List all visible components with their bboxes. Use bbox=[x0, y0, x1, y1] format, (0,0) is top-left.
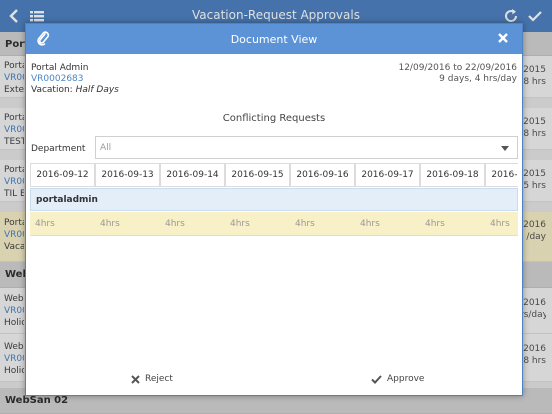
dialog-header: Document View bbox=[26, 24, 522, 54]
hours-cell: 4hrs bbox=[490, 219, 510, 229]
hours-cell: 4hrs bbox=[35, 219, 55, 229]
checkmark-icon bbox=[371, 374, 382, 384]
section-title: Conflicting Requests bbox=[222, 113, 326, 124]
chevron-down-icon bbox=[501, 146, 509, 151]
request-info: Portal Admin VR0002683 Vacation: Half Da… bbox=[31, 63, 119, 96]
conflict-grid[interactable]: 2016-09-12 2016-09-13 2016-09-14 2016-09… bbox=[30, 163, 518, 238]
hours-cell: 4hrs bbox=[360, 219, 380, 229]
department-label: Department bbox=[31, 144, 86, 154]
request-type-value: Half Days bbox=[75, 85, 119, 95]
department-value: All bbox=[100, 143, 112, 153]
request-id-link[interactable]: VR0002683 bbox=[31, 74, 119, 85]
approve-button[interactable]: Approve bbox=[371, 374, 424, 384]
hours-cell: 4hrs bbox=[230, 219, 250, 229]
request-type-label: Vacation: bbox=[31, 85, 76, 95]
x-icon bbox=[131, 374, 140, 384]
date-header: 2016-09-15 bbox=[225, 163, 290, 187]
user-row: portaladmin bbox=[30, 188, 518, 211]
close-icon[interactable] bbox=[496, 31, 510, 45]
hours-cell: 4hrs bbox=[165, 219, 185, 229]
department-select[interactable]: All bbox=[95, 136, 518, 159]
date-range: 12/09/2016 to 22/09/2016 bbox=[398, 63, 517, 73]
hours-row: 4hrs 4hrs 4hrs 4hrs 4hrs 4hrs 4hrs 4hrs bbox=[30, 212, 518, 236]
reject-label: Reject bbox=[145, 374, 173, 384]
date-header: 2016-09-18 bbox=[420, 163, 485, 187]
date-header: 2016-09-13 bbox=[95, 163, 160, 187]
reject-button[interactable]: Reject bbox=[131, 374, 173, 384]
date-header: 2016-09-16 bbox=[290, 163, 355, 187]
date-header: 2016-09-12 bbox=[30, 163, 95, 187]
duration: 9 days, 4 hrs/day bbox=[439, 74, 517, 84]
document-view-dialog: Document View Portal Admin VR0002683 Vac… bbox=[25, 23, 523, 396]
date-header: 2016-09-19 bbox=[485, 163, 518, 187]
requester-name: Portal Admin bbox=[31, 63, 89, 73]
hours-cell: 4hrs bbox=[100, 219, 120, 229]
approve-label: Approve bbox=[387, 374, 425, 384]
user-name: portaladmin bbox=[36, 195, 98, 205]
request-dates: 12/09/2016 to 22/09/2016 9 days, 4 hrs/d… bbox=[398, 63, 517, 85]
dialog-actions: Reject Approve bbox=[26, 374, 522, 388]
request-type: Vacation: Half Days bbox=[31, 85, 119, 96]
hours-cell: 4hrs bbox=[425, 219, 445, 229]
dialog-title: Document View bbox=[230, 33, 318, 46]
hours-cell: 4hrs bbox=[295, 219, 315, 229]
date-header: 2016-09-17 bbox=[355, 163, 420, 187]
date-header: 2016-09-14 bbox=[160, 163, 225, 187]
